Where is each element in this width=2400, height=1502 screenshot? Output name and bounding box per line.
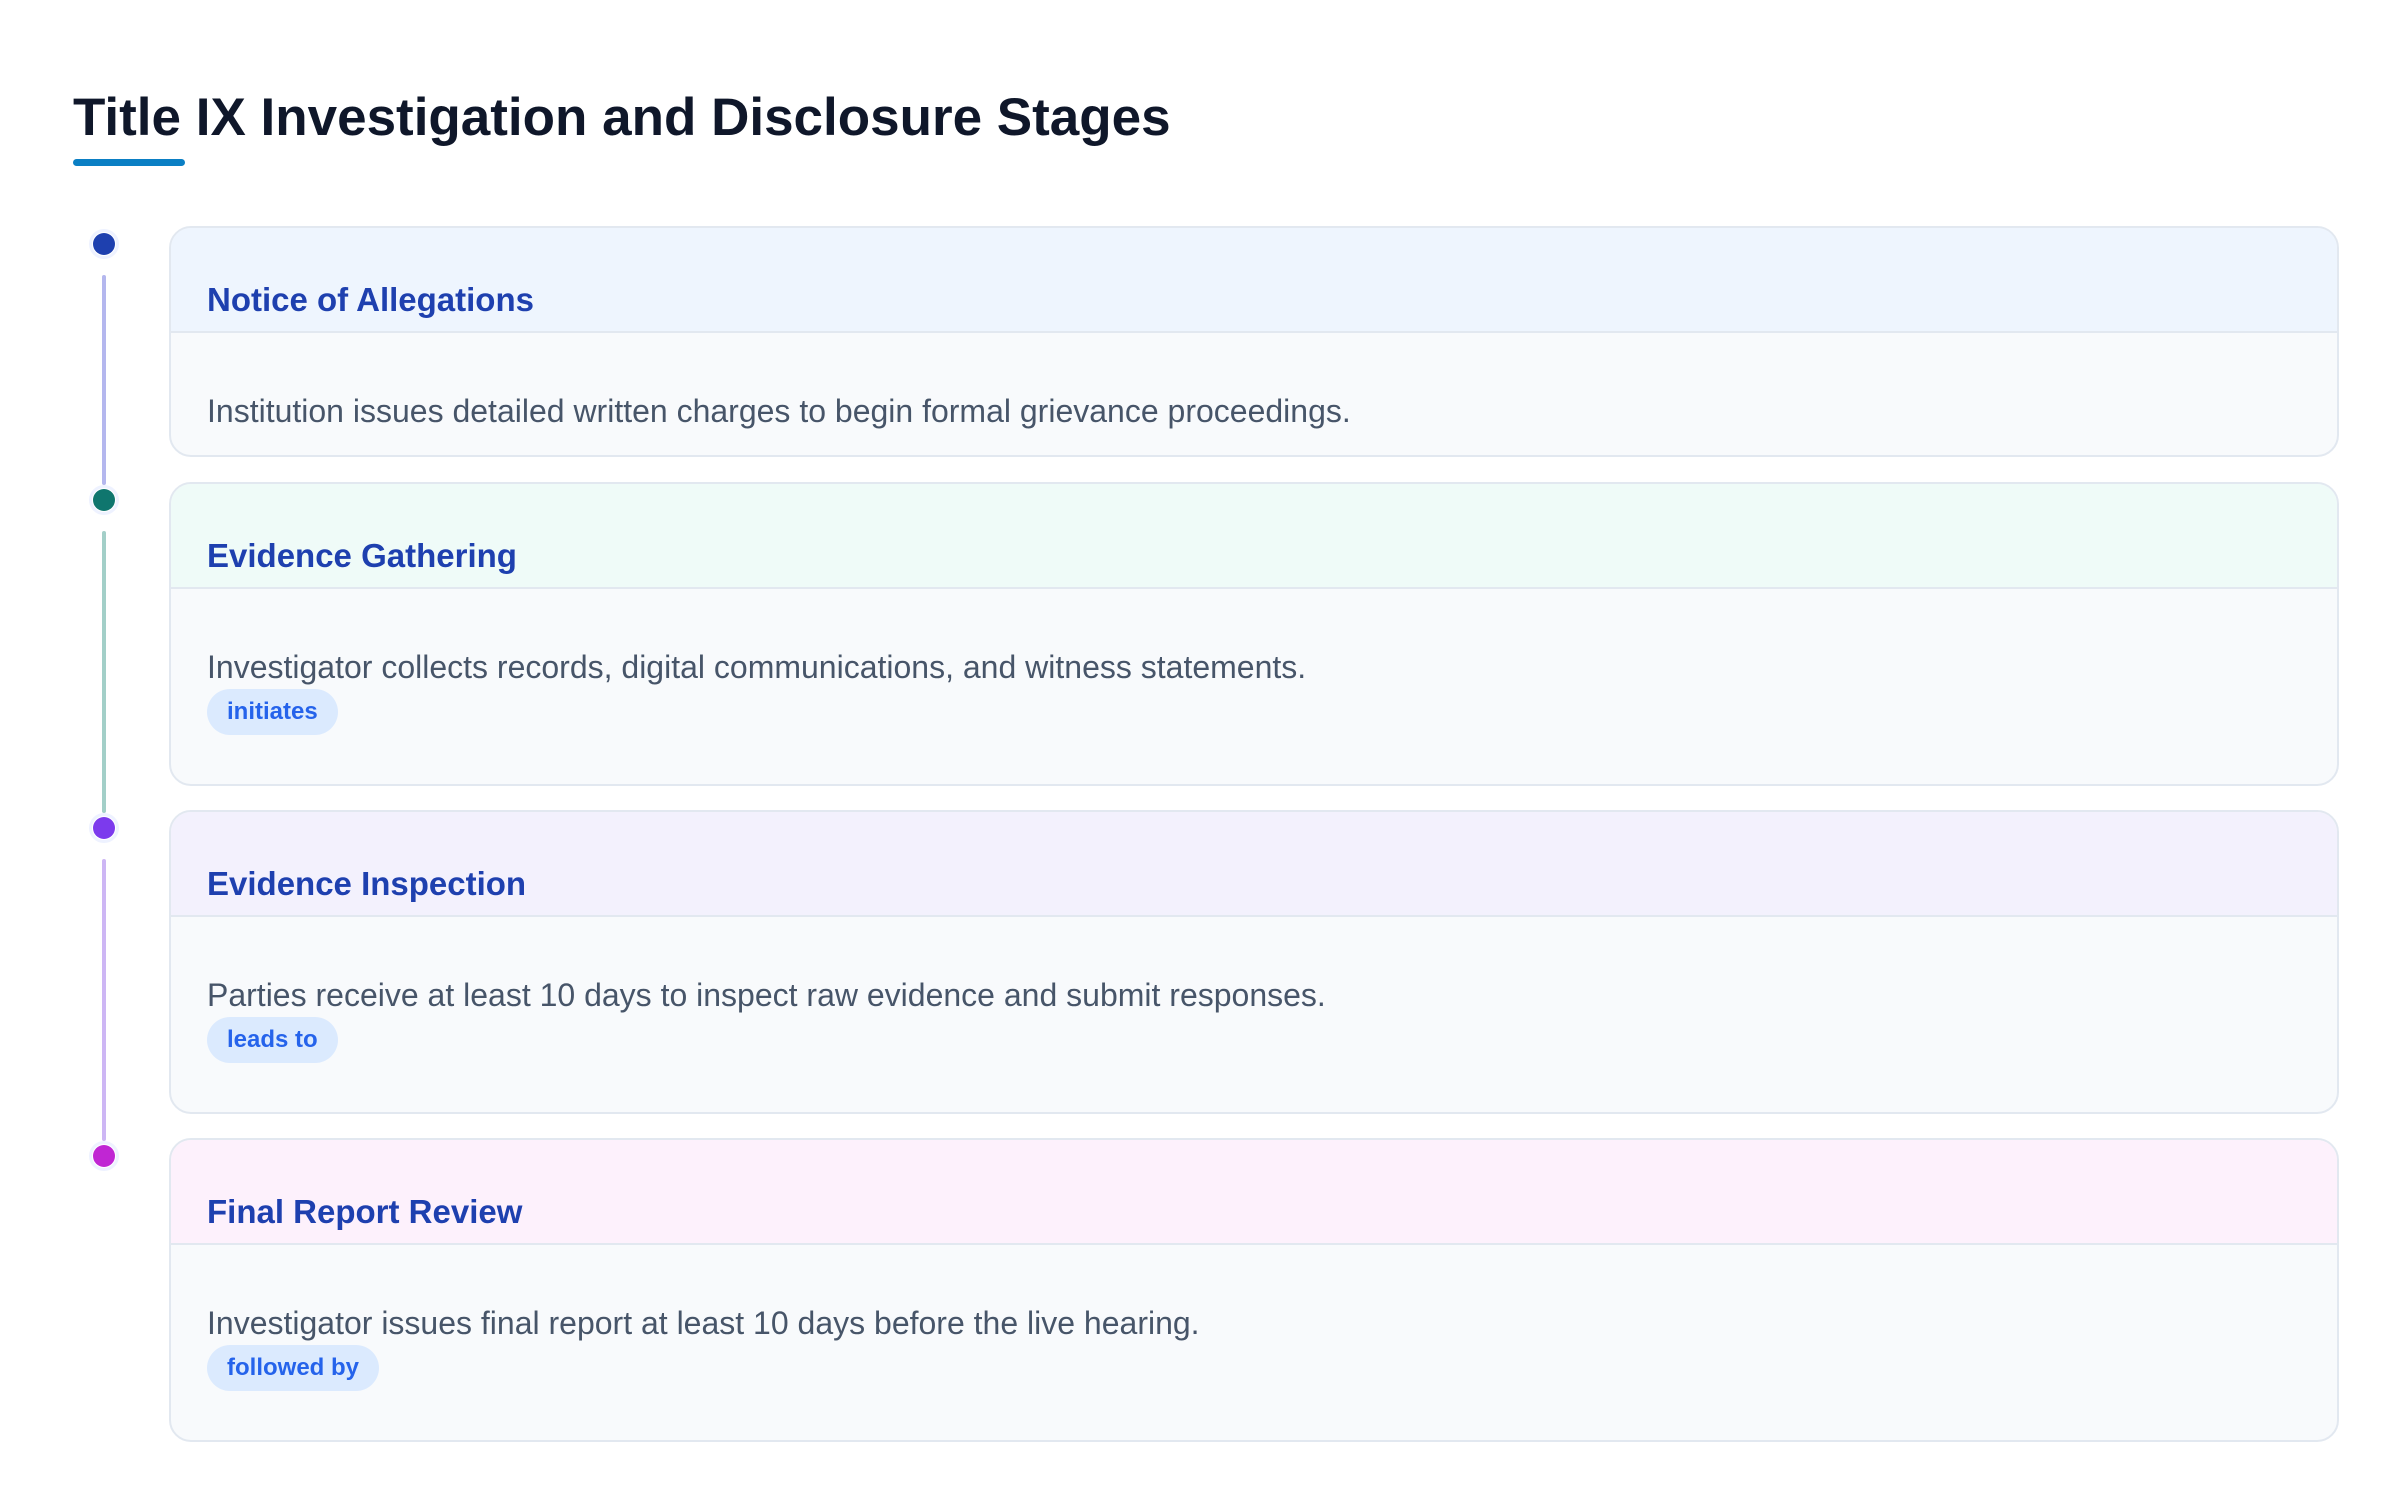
stage-card-header: Evidence Inspection — [171, 812, 2337, 917]
stage-card-header: Evidence Gathering — [171, 484, 2337, 589]
stage-timeline: Notice of Allegations Institution issues… — [0, 0, 2400, 1502]
timeline-node — [89, 485, 119, 515]
timeline-node — [89, 1141, 119, 1171]
timeline-connector — [102, 531, 106, 813]
stage-title: Evidence Inspection — [207, 865, 527, 902]
relation-badge: leads to — [207, 1017, 338, 1063]
stage-description: Institution issues detailed written char… — [207, 393, 1351, 429]
stage-description: Investigator issues final report at leas… — [207, 1305, 1200, 1341]
relation-badge: followed by — [207, 1345, 379, 1391]
stage-card[interactable]: Final Report Review Investigator issues … — [169, 1138, 2339, 1442]
node-dot — [93, 1145, 115, 1167]
timeline-connector — [102, 275, 106, 485]
node-dot — [93, 233, 115, 255]
node-dot — [93, 817, 115, 839]
stage-card[interactable]: Evidence Gathering Investigator collects… — [169, 482, 2339, 786]
timeline-connector — [102, 859, 106, 1141]
timeline-node — [89, 813, 119, 843]
node-dot — [93, 489, 115, 511]
stage-title: Evidence Gathering — [207, 537, 517, 574]
stage-description: Parties receive at least 10 days to insp… — [207, 977, 1326, 1013]
stage-card-header: Final Report Review — [171, 1140, 2337, 1245]
stage-title: Final Report Review — [207, 1193, 523, 1230]
relation-badge: initiates — [207, 689, 338, 735]
stage-description: Investigator collects records, digital c… — [207, 649, 1307, 685]
stage-title: Notice of Allegations — [207, 281, 534, 318]
stage-card[interactable]: Notice of Allegations Institution issues… — [169, 226, 2339, 457]
stage-card-header: Notice of Allegations — [171, 228, 2337, 333]
timeline-node — [89, 229, 119, 259]
stage-card[interactable]: Evidence Inspection Parties receive at l… — [169, 810, 2339, 1114]
